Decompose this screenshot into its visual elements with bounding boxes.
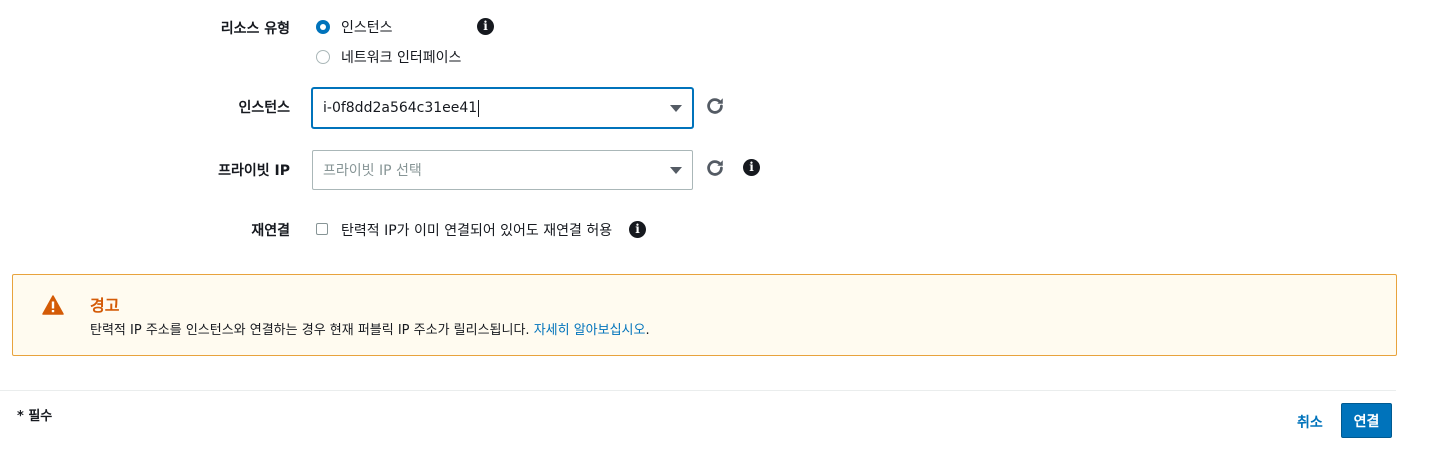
info-icon[interactable]: i: [743, 159, 760, 176]
warning-triangle-icon: [42, 295, 64, 315]
reassociation-checkbox[interactable]: [316, 223, 328, 235]
instance-select-value: i-0f8dd2a564c31ee41: [323, 100, 478, 116]
warning-title: 경고: [90, 296, 120, 315]
resource-type-label: 리소스 유형: [220, 21, 290, 37]
private-ip-select[interactable]: 프라이빗 IP 선택: [312, 150, 693, 190]
radio-option-network-interface[interactable]: 네트워크 인터페이스: [316, 47, 461, 67]
caret-down-icon: [670, 105, 682, 112]
cancel-button[interactable]: 취소: [1297, 412, 1323, 432]
radio-option-label: 네트워크 인터페이스: [341, 50, 462, 66]
radio-button[interactable]: [316, 50, 330, 64]
divider: [0, 390, 1396, 391]
instance-select[interactable]: i-0f8dd2a564c31ee41: [312, 88, 693, 128]
caret-down-icon: [670, 167, 682, 174]
warning-suffix: .: [645, 323, 650, 338]
private-ip-placeholder: 프라이빗 IP 선택: [323, 163, 422, 179]
warning-message: 탄력적 IP 주소를 인스턴스와 연결하는 경우 현재 퍼블릭 IP 주소가 릴…: [90, 319, 650, 338]
learn-more-link[interactable]: 자세히 알아보십시오: [534, 323, 646, 338]
private-ip-label: 프라이빗 IP: [218, 163, 290, 179]
radio-option-instance[interactable]: 인스턴스: [316, 17, 393, 37]
radio-button-selected[interactable]: [316, 20, 330, 34]
warning-text: 탄력적 IP 주소를 인스턴스와 연결하는 경우 현재 퍼블릭 IP 주소가 릴…: [90, 323, 530, 338]
warning-alert: 경고 탄력적 IP 주소를 인스턴스와 연결하는 경우 현재 퍼블릭 IP 주소…: [12, 274, 1397, 356]
info-icon[interactable]: i: [629, 221, 646, 238]
refresh-icon[interactable]: [704, 95, 726, 117]
reassociation-label: 재연결: [251, 223, 290, 239]
required-note: * 필수: [17, 409, 53, 424]
refresh-icon[interactable]: [704, 157, 726, 179]
reassociation-checkbox-label[interactable]: 탄력적 IP가 이미 연결되어 있어도 재연결 허용: [341, 220, 612, 240]
connect-button[interactable]: 연결: [1341, 403, 1392, 438]
info-icon[interactable]: i: [477, 18, 494, 35]
instance-label: 인스턴스: [238, 100, 290, 116]
radio-option-label: 인스턴스: [341, 20, 393, 36]
text-cursor: [478, 99, 480, 117]
